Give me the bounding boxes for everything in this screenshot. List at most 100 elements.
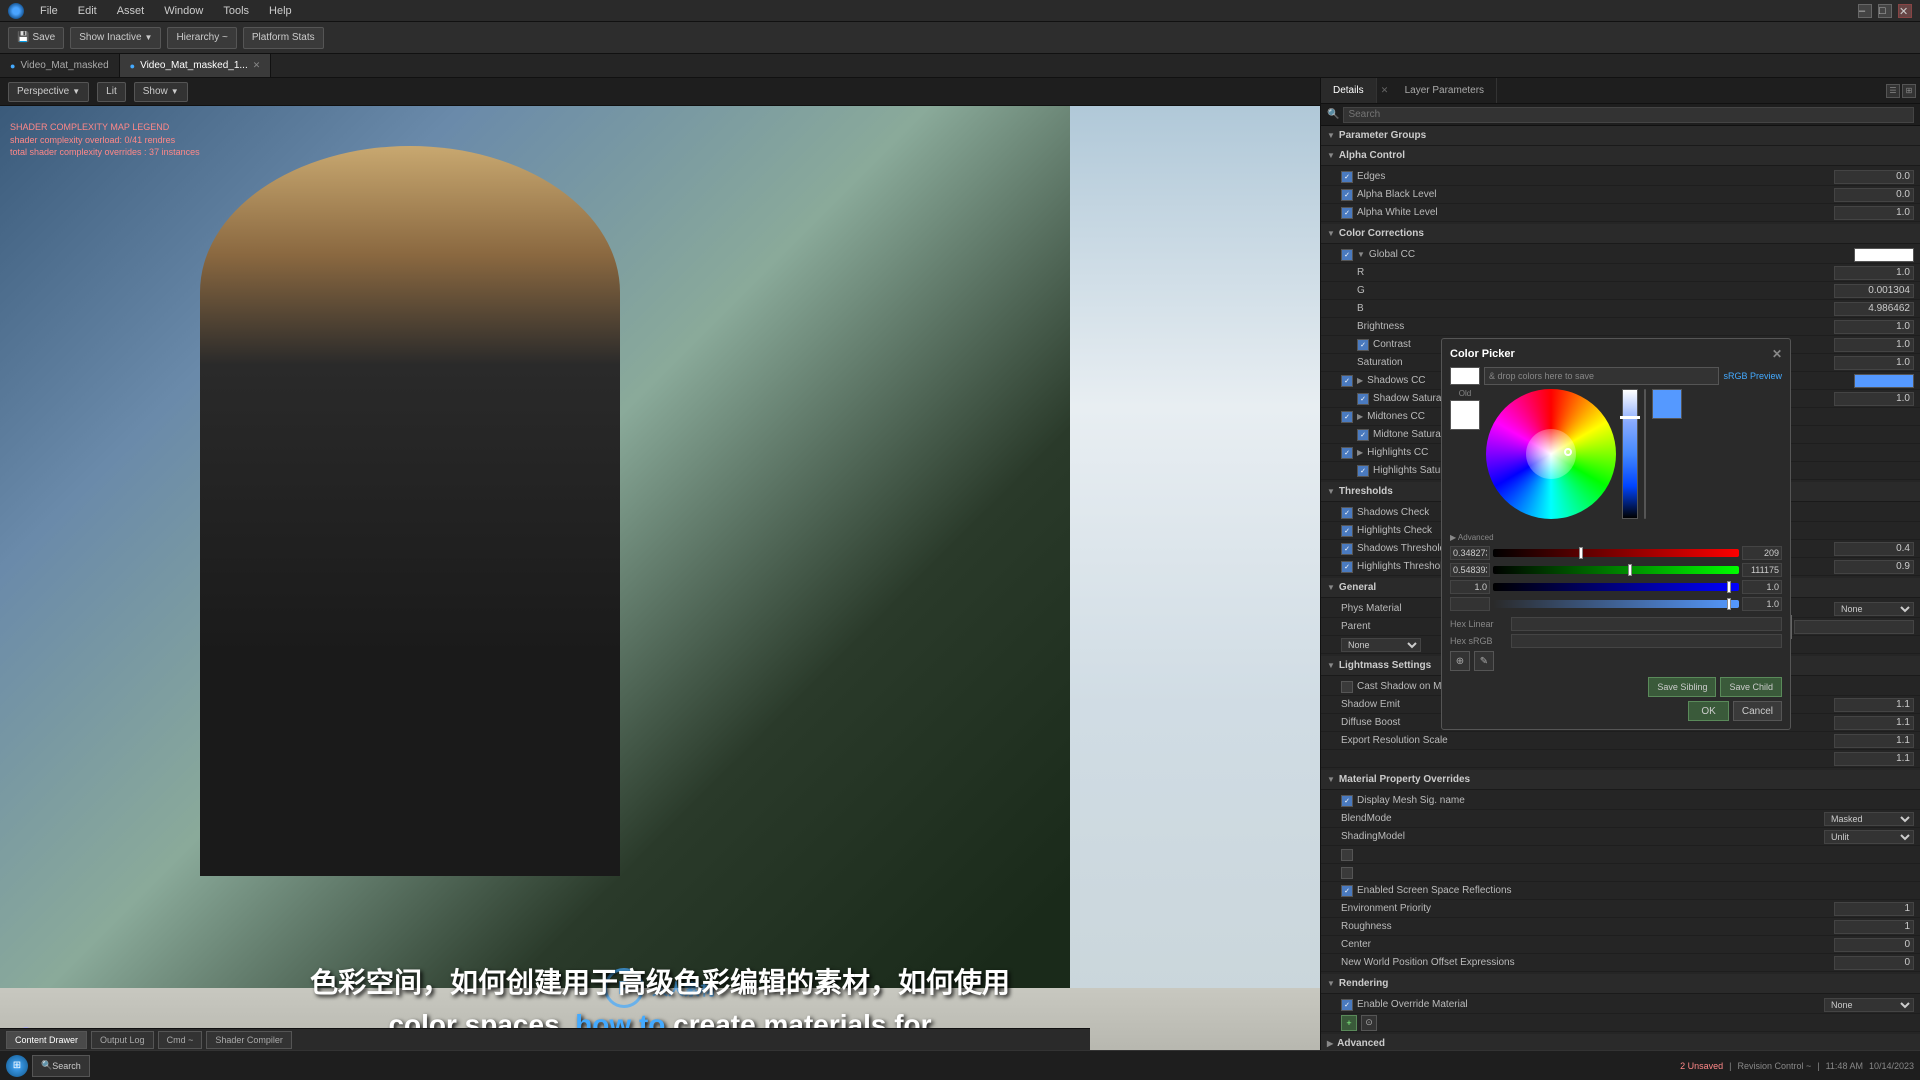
panel-close-details[interactable]: ✕ [1377, 78, 1393, 103]
cp-save-child-btn[interactable]: Save Child [1720, 677, 1782, 697]
remove-rendering-btn[interactable]: ⊙ [1361, 1015, 1377, 1031]
restore-btn[interactable]: □ [1878, 4, 1892, 18]
section-material-overrides[interactable]: ▼ Material Property Overrides [1321, 770, 1920, 790]
color-wheel[interactable] [1486, 389, 1616, 519]
cp-r-right-value[interactable] [1742, 546, 1782, 560]
menu-file[interactable]: File [36, 3, 62, 19]
center-value[interactable] [1834, 938, 1914, 952]
section-parameter-groups[interactable]: ▼ Parameter Groups [1321, 126, 1920, 146]
global-cc-expand-icon[interactable]: ▼ [1357, 250, 1365, 259]
cp-g-left-value[interactable] [1450, 563, 1490, 577]
hierarchy-button[interactable]: Hierarchy ~ [167, 27, 236, 49]
shadows-check-checkbox[interactable] [1341, 507, 1353, 519]
color-strip[interactable] [1622, 389, 1638, 519]
show-inactive-button[interactable]: Show Inactive ▼ [70, 27, 161, 49]
cp-g-slider[interactable] [1493, 566, 1739, 574]
export-resolution-value[interactable] [1834, 734, 1914, 748]
viewport[interactable]: Perspective ▼ Lit Show ▼ SHADER COMPLEXI… [0, 78, 1320, 1080]
shadow-emit-value[interactable] [1834, 698, 1914, 712]
override-2-checkbox[interactable] [1341, 867, 1353, 879]
bottom-tab-output-log[interactable]: Output Log [91, 1031, 154, 1049]
tab-video-mat-1[interactable]: ● Video_Mat_masked_1... ✕ [120, 54, 272, 77]
alpha-white-checkbox[interactable] [1341, 207, 1353, 219]
close-btn[interactable]: ✕ [1898, 4, 1912, 18]
add-rendering-btn[interactable]: + [1341, 1015, 1357, 1031]
perspective-button[interactable]: Perspective ▼ [8, 82, 89, 102]
tab-video-mat[interactable]: ● Video_Mat_masked [0, 54, 120, 77]
show-button[interactable]: Show ▼ [134, 82, 188, 102]
contrast-checkbox[interactable] [1357, 339, 1369, 351]
env-priority-value[interactable] [1834, 902, 1914, 916]
shadow-sat-checkbox[interactable] [1357, 393, 1369, 405]
world-pos-value[interactable] [1834, 956, 1914, 970]
cp-hex-srgb-input[interactable]: 85CC0CFFF [1511, 634, 1782, 648]
parent-value[interactable] [1794, 620, 1914, 634]
brightness-value[interactable] [1834, 320, 1914, 334]
cp-ok-btn[interactable]: OK [1688, 701, 1728, 721]
bottom-tab-content-drawer[interactable]: Content Drawer [6, 1031, 87, 1049]
g-value[interactable] [1834, 284, 1914, 298]
cp-drop-area[interactable]: & drop colors here to save [1484, 367, 1719, 385]
menu-edit[interactable]: Edit [74, 3, 101, 19]
phys-material-dropdown[interactable]: None [1834, 602, 1914, 616]
display-mesh-checkbox[interactable] [1341, 795, 1353, 807]
enable-override-checkbox[interactable] [1341, 999, 1353, 1011]
menu-asset[interactable]: Asset [113, 3, 149, 19]
cp-hex-linear-input[interactable]: 854FFFF [1511, 617, 1782, 631]
cp-b-slider[interactable] [1493, 583, 1739, 591]
alpha-white-value[interactable] [1834, 206, 1914, 220]
global-cc-color-swatch[interactable] [1854, 248, 1914, 262]
saturation-value[interactable] [1834, 356, 1914, 370]
r-value[interactable] [1834, 266, 1914, 280]
override-1-checkbox[interactable] [1341, 849, 1353, 861]
edges-checkbox[interactable] [1341, 171, 1353, 183]
menu-window[interactable]: Window [160, 3, 207, 19]
ssr-checkbox[interactable] [1341, 885, 1353, 897]
highlights-cc-checkbox[interactable] [1341, 447, 1353, 459]
shadows-cc-color-swatch[interactable] [1854, 374, 1914, 388]
cp-a-right-value[interactable] [1742, 597, 1782, 611]
highlights-check-checkbox[interactable] [1341, 525, 1353, 537]
contrast-value[interactable] [1834, 338, 1914, 352]
section-color-corrections[interactable]: ▼ Color Corrections [1321, 224, 1920, 244]
shadows-cc-checkbox[interactable] [1341, 375, 1353, 387]
shadows-thresh-checkbox[interactable] [1341, 543, 1353, 555]
midtones-cc-checkbox[interactable] [1341, 411, 1353, 423]
cp-srgb-btn[interactable]: sRGB Preview [1723, 371, 1782, 381]
cp-r-left-value[interactable] [1450, 546, 1490, 560]
alpha-black-value[interactable] [1834, 188, 1914, 202]
roughness-value[interactable] [1834, 920, 1914, 934]
panel-tab-details[interactable]: Details [1321, 78, 1377, 103]
search-input[interactable] [1343, 107, 1914, 123]
cp-cancel-btn[interactable]: Cancel [1733, 701, 1782, 721]
none-dropdown[interactable]: None [1341, 638, 1421, 652]
shadows-thresh-value[interactable] [1834, 542, 1914, 556]
cp-g-right-value[interactable] [1742, 563, 1782, 577]
platform-stats-button[interactable]: Platform Stats [243, 27, 324, 49]
b-value[interactable] [1834, 302, 1914, 316]
override-material-dropdown[interactable]: None [1824, 998, 1914, 1012]
shadows-cc-expand-icon[interactable]: ▶ [1357, 376, 1363, 385]
cp-pencil-icon[interactable]: ✎ [1474, 651, 1494, 671]
midtones-cc-expand-icon[interactable]: ▶ [1357, 412, 1363, 421]
bottom-tab-cmd[interactable]: Cmd ~ [158, 1031, 203, 1049]
tab-close-icon[interactable]: ✕ [253, 60, 261, 71]
edges-value[interactable] [1834, 170, 1914, 184]
cast-shadow-checkbox[interactable] [1341, 681, 1353, 693]
panel-settings-icon[interactable]: ☰ [1886, 84, 1900, 98]
highlights-thresh-checkbox[interactable] [1341, 561, 1353, 573]
start-btn[interactable]: ⊞ [6, 1055, 28, 1077]
lit-button[interactable]: Lit [97, 82, 126, 102]
panel-tab-layer[interactable]: Layer Parameters [1393, 78, 1497, 103]
cp-a-slider[interactable] [1493, 600, 1739, 608]
highlights-cc-expand-icon[interactable]: ▶ [1357, 448, 1363, 457]
shadow-sat-value[interactable] [1834, 392, 1914, 406]
cp-a-left-value[interactable] [1450, 597, 1490, 611]
color-picker-close-icon[interactable]: ✕ [1772, 347, 1782, 361]
highlights-thresh-value[interactable] [1834, 560, 1914, 574]
highlights-sat-checkbox[interactable] [1357, 465, 1369, 477]
section-alpha-control[interactable]: ▼ Alpha Control [1321, 146, 1920, 166]
panel-grid-icon[interactable]: ⊞ [1902, 84, 1916, 98]
bottom-tab-shader-compiler[interactable]: Shader Compiler [206, 1031, 292, 1049]
menu-help[interactable]: Help [265, 3, 296, 19]
